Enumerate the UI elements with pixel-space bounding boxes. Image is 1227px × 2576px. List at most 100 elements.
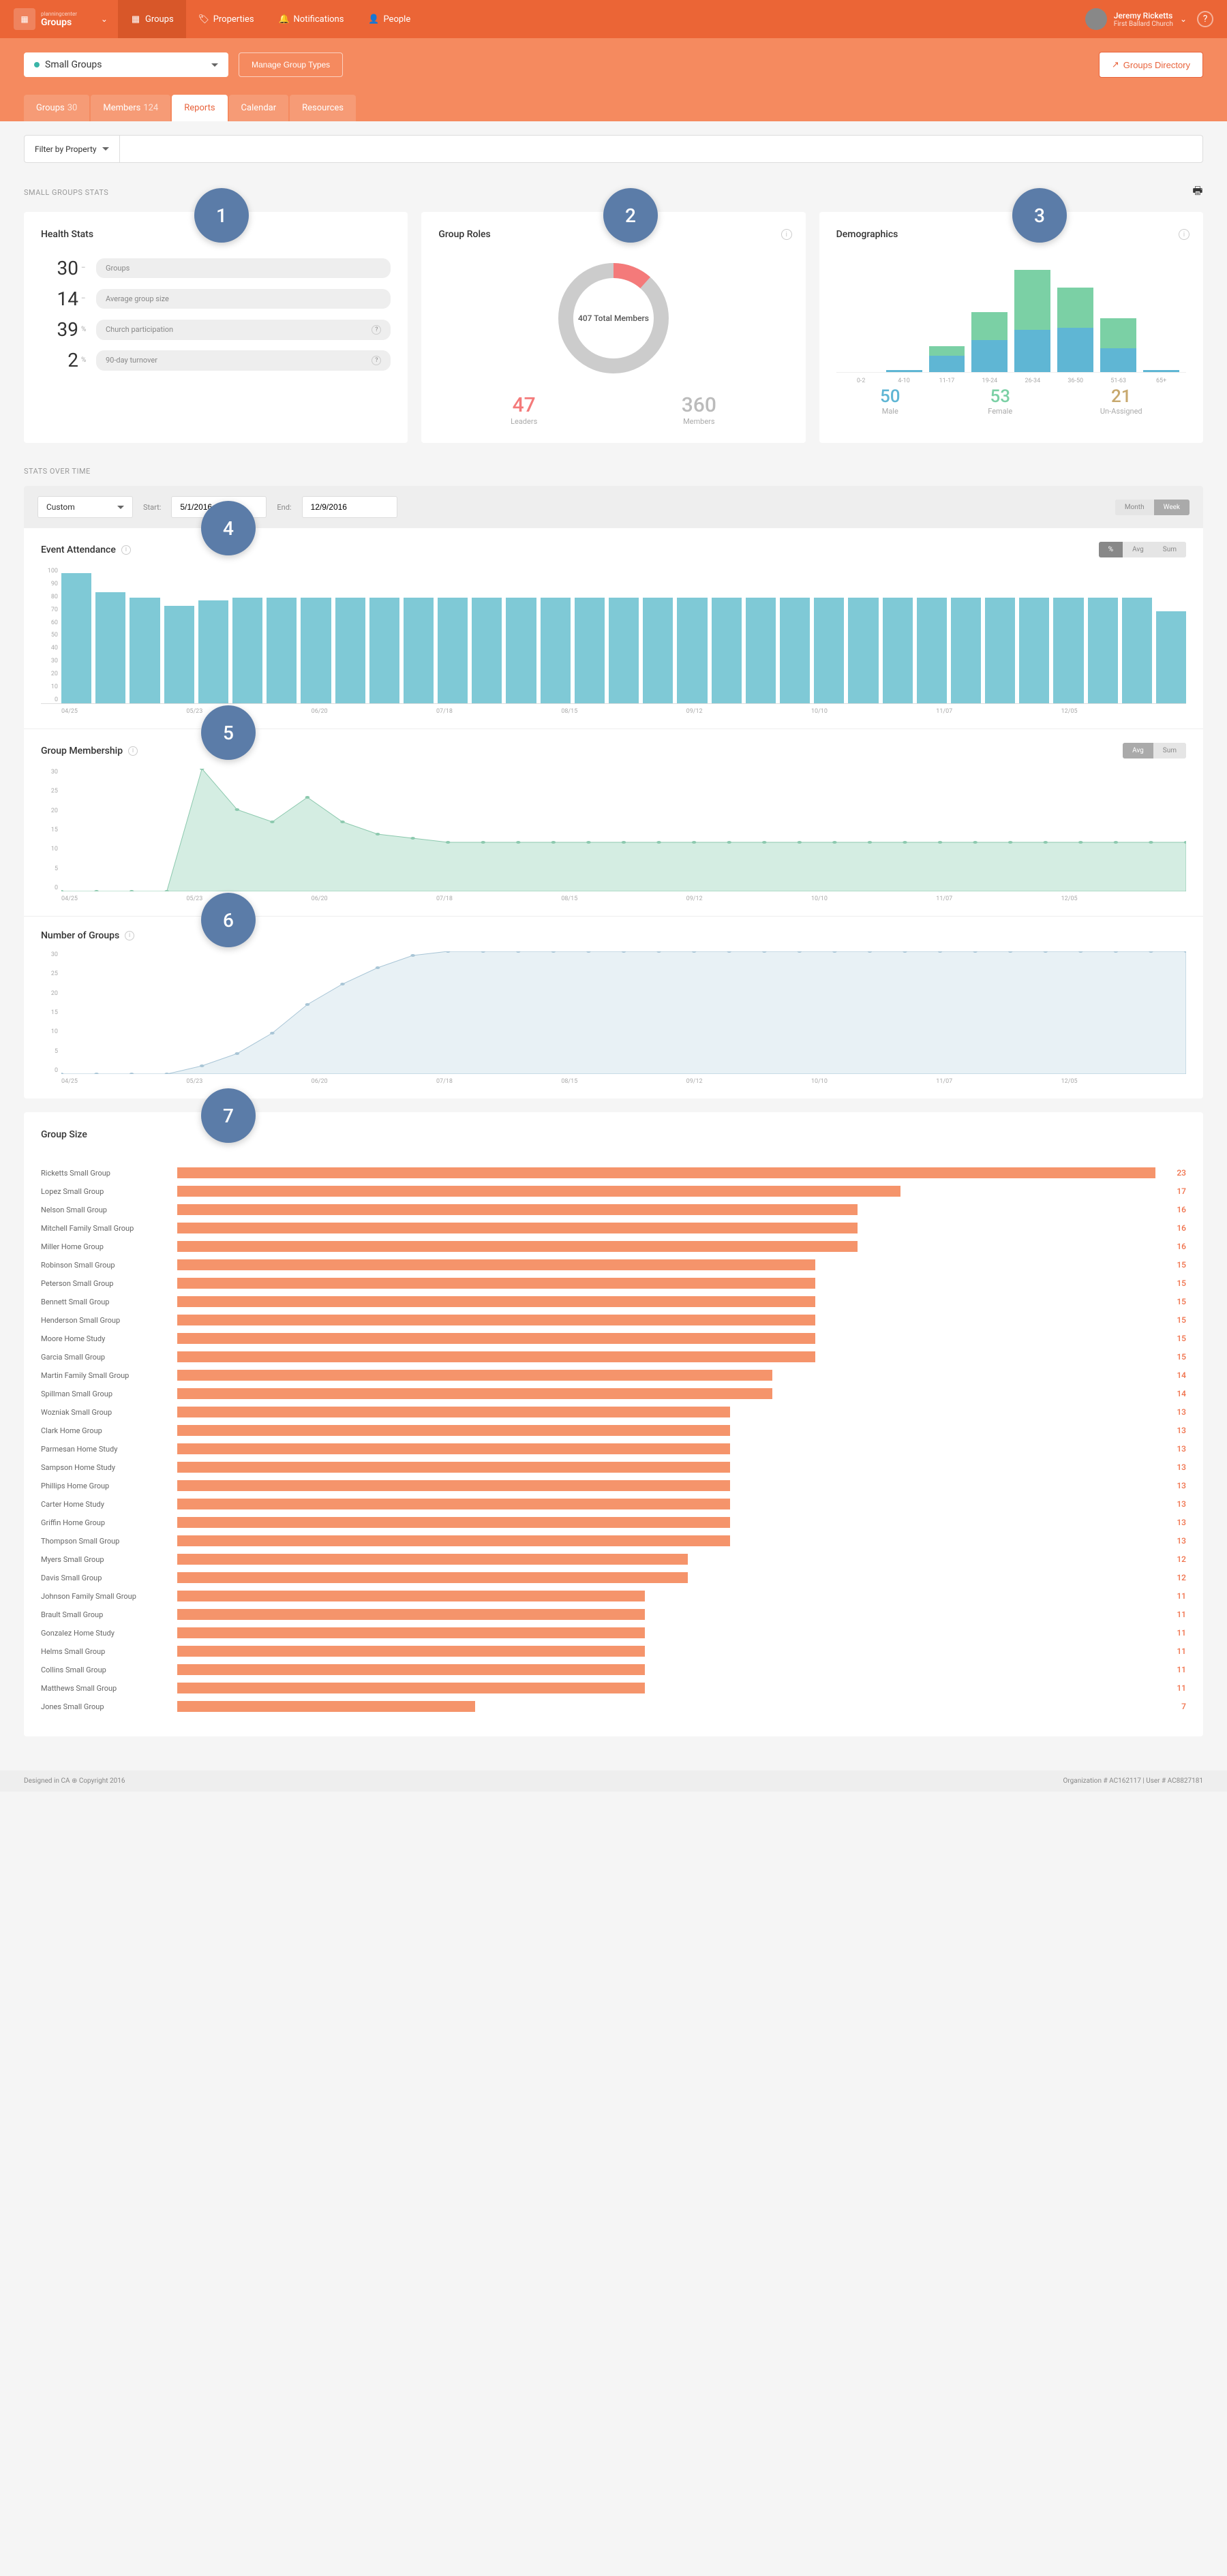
caret-icon bbox=[117, 506, 124, 509]
tabs: Groups30 Members124 Reports Calendar Res… bbox=[24, 95, 1203, 121]
content: Filter by Property SMALL GROUPS STATS 🖶 … bbox=[0, 121, 1227, 1750]
bar bbox=[1088, 598, 1118, 703]
stat-row: 14–Average group size bbox=[41, 288, 391, 310]
bar bbox=[883, 598, 913, 703]
bar bbox=[575, 598, 605, 703]
groupsize-row: Garcia Small Group15 bbox=[41, 1351, 1186, 1362]
tab-groups[interactable]: Groups30 bbox=[24, 95, 89, 121]
numgroups-chart: 302520151050 bbox=[41, 951, 1186, 1074]
avg-toggle[interactable]: Avg bbox=[1123, 542, 1153, 557]
info-icon[interactable]: i bbox=[125, 931, 134, 940]
groupsize-row: Carter Home Study13 bbox=[41, 1499, 1186, 1509]
print-button[interactable]: 🖶 bbox=[1192, 183, 1203, 202]
nav-groups[interactable]: ▦Groups bbox=[118, 0, 186, 38]
groupsize-row: Henderson Small Group15 bbox=[41, 1315, 1186, 1325]
bar bbox=[177, 1591, 645, 1601]
info-icon[interactable]: i bbox=[1179, 229, 1190, 240]
bar bbox=[177, 1499, 730, 1509]
stat-row: 2%90-day turnover? bbox=[41, 349, 391, 371]
dot-icon bbox=[34, 62, 40, 67]
male-stat: 50Male bbox=[880, 386, 900, 416]
filter-button[interactable]: Filter by Property bbox=[24, 135, 120, 163]
bar bbox=[177, 1627, 645, 1638]
groupsize-row: Parmesan Home Study13 bbox=[41, 1443, 1186, 1454]
info-icon[interactable]: i bbox=[781, 229, 792, 240]
nav-people[interactable]: 👤People bbox=[356, 0, 423, 38]
tab-members[interactable]: Members124 bbox=[91, 95, 170, 121]
logo[interactable]: ▦ planningcenter Groups bbox=[14, 8, 91, 30]
bar bbox=[177, 1572, 688, 1583]
bar bbox=[177, 1241, 858, 1252]
groupsize-row: Spillman Small Group14 bbox=[41, 1388, 1186, 1399]
time-card: Custom Start: End: Month Week 4 Event At… bbox=[24, 486, 1203, 1099]
stat-row: 39%Church participation? bbox=[41, 318, 391, 341]
groupsize-row: Bennett Small Group15 bbox=[41, 1296, 1186, 1307]
sum-toggle[interactable]: Sum bbox=[1153, 542, 1186, 557]
user-area: Jeremy Ricketts First Ballard Church ⌄ ? bbox=[1085, 8, 1213, 30]
bar bbox=[985, 598, 1015, 703]
stats-cards: 1 2 3 Health Stats 30–Groups14–Average g… bbox=[24, 212, 1203, 443]
bar bbox=[1053, 598, 1083, 703]
bar bbox=[917, 598, 947, 703]
help-button[interactable]: ? bbox=[1197, 11, 1213, 27]
bar bbox=[177, 1278, 815, 1289]
bar bbox=[177, 1664, 645, 1675]
info-icon[interactable]: ? bbox=[372, 325, 381, 335]
avg-toggle[interactable]: Avg bbox=[1123, 743, 1153, 758]
main-nav: ▦Groups 🏷Properties 🔔Notifications 👤Peop… bbox=[118, 0, 423, 38]
range-select[interactable]: Custom bbox=[37, 496, 133, 518]
groupsize-row: Miller Home Group16 bbox=[41, 1241, 1186, 1252]
week-toggle[interactable]: Week bbox=[1154, 500, 1190, 515]
group-type-selector[interactable]: Small Groups bbox=[24, 52, 228, 77]
user-menu[interactable]: Jeremy Ricketts First Ballard Church ⌄ bbox=[1085, 8, 1187, 30]
bar bbox=[335, 598, 365, 703]
bar bbox=[177, 1701, 475, 1712]
bar bbox=[177, 1462, 730, 1473]
bar bbox=[541, 598, 571, 703]
metric-toggle: % Avg Sum bbox=[1099, 542, 1186, 557]
tab-reports[interactable]: Reports bbox=[172, 95, 227, 121]
info-icon[interactable]: ? bbox=[372, 356, 381, 365]
bar bbox=[177, 1351, 815, 1362]
footer: Designed in CA ⊕ Copyright 2016 Organiza… bbox=[0, 1770, 1227, 1792]
numgroups-title: Number of Groupsi bbox=[41, 930, 134, 941]
bar bbox=[95, 592, 125, 703]
groupsize-row: Phillips Home Group13 bbox=[41, 1480, 1186, 1491]
groupsize-row: Myers Small Group12 bbox=[41, 1554, 1186, 1565]
end-date-input[interactable] bbox=[302, 496, 397, 518]
bar bbox=[951, 598, 981, 703]
nav-notifications[interactable]: 🔔Notifications bbox=[267, 0, 357, 38]
filter-input[interactable] bbox=[120, 135, 1203, 163]
info-icon[interactable]: i bbox=[121, 545, 131, 555]
bar bbox=[643, 598, 673, 703]
caret-icon bbox=[102, 147, 109, 151]
month-toggle[interactable]: Month bbox=[1115, 500, 1154, 515]
bar bbox=[177, 1296, 815, 1307]
bar bbox=[177, 1517, 730, 1528]
groupsize-card: 7 Group Size Ricketts Small Group23Lopez… bbox=[24, 1112, 1203, 1736]
nav-properties[interactable]: 🏷Properties bbox=[186, 0, 267, 38]
period-toggle: Month Week bbox=[1115, 500, 1190, 515]
logo-icon: ▦ bbox=[14, 8, 35, 30]
footer-left: Designed in CA ⊕ Copyright 2016 bbox=[24, 1777, 125, 1785]
bar bbox=[177, 1480, 730, 1491]
manage-types-button[interactable]: Manage Group Types bbox=[239, 52, 343, 77]
tab-calendar[interactable]: Calendar bbox=[229, 95, 289, 121]
info-icon[interactable]: i bbox=[128, 746, 138, 756]
demo-bar: 4-10 bbox=[886, 370, 922, 372]
bar bbox=[177, 1204, 858, 1215]
groupsize-row: Ricketts Small Group23 bbox=[41, 1167, 1186, 1178]
avatar bbox=[1085, 8, 1107, 30]
health-card: Health Stats 30–Groups14–Average group s… bbox=[24, 212, 408, 443]
directory-button[interactable]: ↗Groups Directory bbox=[1099, 52, 1203, 78]
sum-toggle[interactable]: Sum bbox=[1153, 743, 1186, 758]
groupsize-row: Clark Home Group13 bbox=[41, 1425, 1186, 1436]
bar bbox=[177, 1554, 688, 1565]
demo-bar: 36-50 bbox=[1057, 288, 1093, 372]
app-switcher[interactable]: ⌄ bbox=[91, 14, 118, 24]
pct-toggle[interactable]: % bbox=[1099, 542, 1123, 557]
time-controls: Custom Start: End: Month Week bbox=[24, 486, 1203, 528]
groupsize-row: Gonzalez Home Study11 bbox=[41, 1627, 1186, 1638]
bar bbox=[609, 598, 639, 703]
tab-resources[interactable]: Resources bbox=[290, 95, 356, 121]
